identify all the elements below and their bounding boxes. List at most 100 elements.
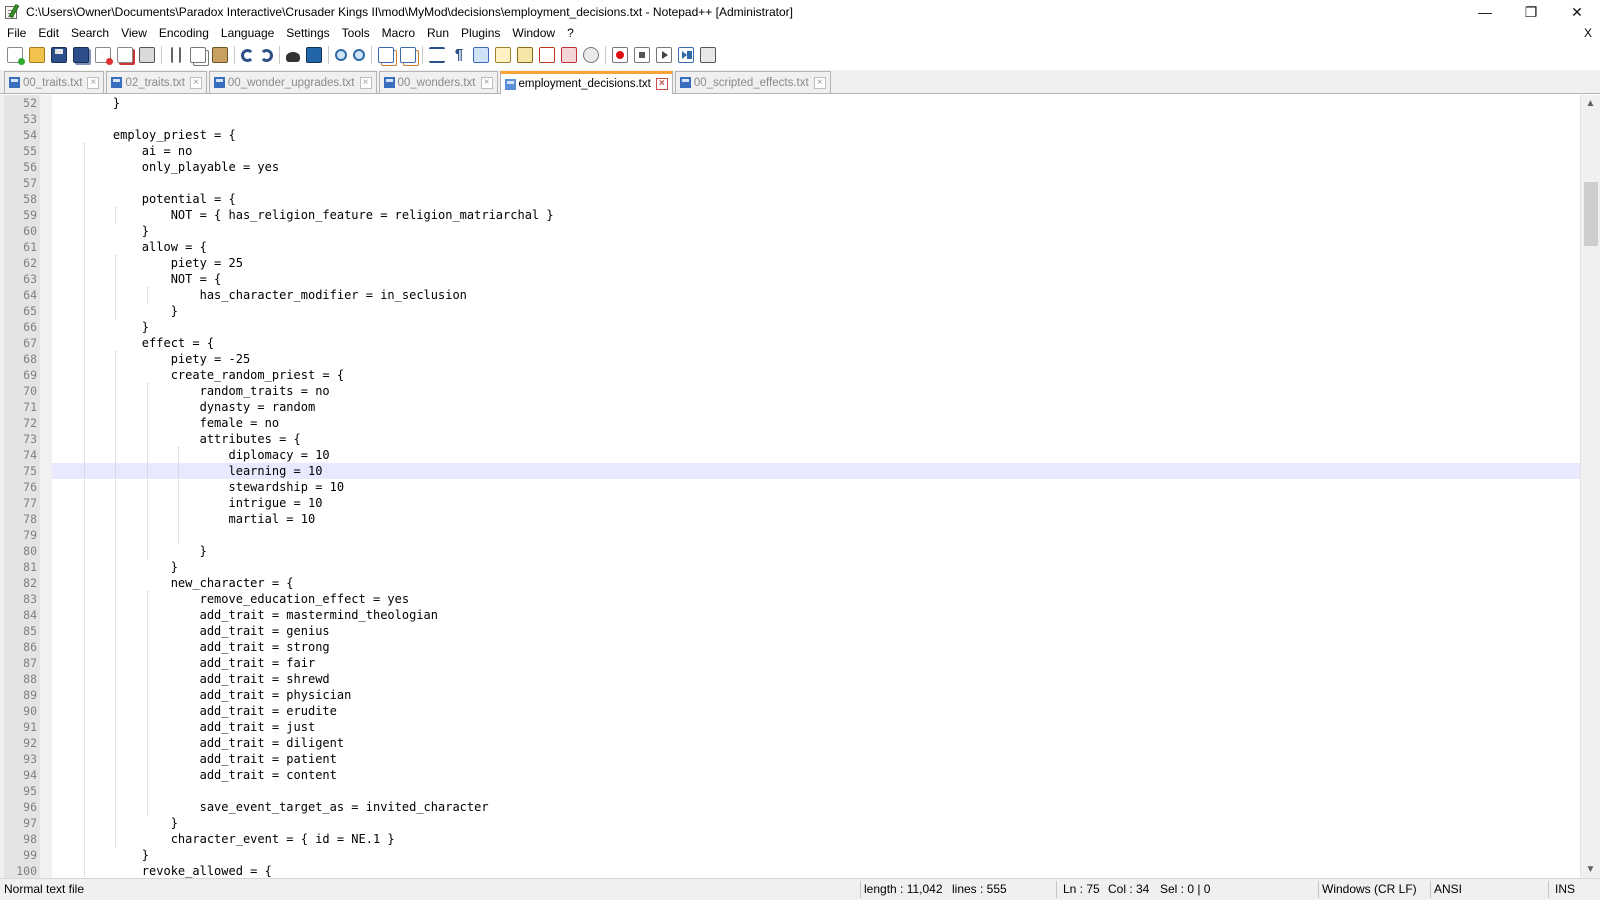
code-line[interactable]: dynasty = random: [52, 399, 1580, 415]
scroll-thumb[interactable]: [1584, 182, 1598, 246]
close-window-button[interactable]: ✕: [1554, 0, 1600, 24]
sync-vertical-icon[interactable]: [378, 47, 394, 63]
show-all-characters-icon[interactable]: ¶: [451, 47, 467, 63]
document-map-icon[interactable]: [517, 47, 533, 63]
record-macro-icon[interactable]: [612, 47, 628, 63]
code-line[interactable]: }: [52, 815, 1580, 831]
tab-close-icon[interactable]: ×: [480, 76, 493, 89]
code-line[interactable]: random_traits = no: [52, 383, 1580, 399]
code-line[interactable]: add_trait = mastermind_theologian: [52, 607, 1580, 623]
code-line[interactable]: [52, 783, 1580, 799]
scroll-down-icon[interactable]: ▼: [1581, 861, 1600, 878]
code-line[interactable]: stewardship = 10: [52, 479, 1580, 495]
code-line[interactable]: only_playable = yes: [52, 159, 1580, 175]
tab-close-icon[interactable]: ×: [813, 76, 826, 89]
fold-margin[interactable]: [40, 95, 52, 878]
menu-window[interactable]: Window: [506, 24, 561, 43]
cut-icon[interactable]: [171, 47, 181, 63]
menu-language[interactable]: Language: [215, 24, 280, 43]
menu-tools[interactable]: Tools: [336, 24, 376, 43]
code-line[interactable]: remove_education_effect = yes: [52, 591, 1580, 607]
restore-button[interactable]: ❐: [1508, 0, 1554, 24]
copy-icon[interactable]: [190, 47, 206, 63]
playback-macro-icon[interactable]: [656, 47, 672, 63]
code-line[interactable]: [52, 527, 1580, 543]
code-line[interactable]: create_random_priest = {: [52, 367, 1580, 383]
code-line[interactable]: female = no: [52, 415, 1580, 431]
zoom-in-icon[interactable]: [335, 49, 347, 61]
code-line[interactable]: add_trait = patient: [52, 751, 1580, 767]
run-macro-multiple-icon[interactable]: [678, 47, 694, 63]
code-line[interactable]: effect = {: [52, 335, 1580, 351]
save-icon[interactable]: [51, 47, 67, 63]
close-document-button[interactable]: X: [1584, 24, 1592, 43]
text-editor[interactable]: 52 53 54 55 56 57 58 59 60 61 62 63 64 65 66 67 68 69 70 71…: [0, 95, 1600, 878]
code-line[interactable]: add_trait = shrewd: [52, 671, 1580, 687]
code-line[interactable]: martial = 10: [52, 511, 1580, 527]
code-line[interactable]: add_trait = physician: [52, 687, 1580, 703]
monitoring-icon[interactable]: [583, 47, 599, 63]
menu-encoding[interactable]: Encoding: [153, 24, 215, 43]
tab-00-wonders[interactable]: 00_wonders.txt ×: [378, 71, 498, 93]
code-line[interactable]: intrigue = 10: [52, 495, 1580, 511]
tab-close-icon[interactable]: ×: [189, 76, 202, 89]
save-all-icon[interactable]: [73, 47, 89, 63]
code-line[interactable]: NOT = { has_religion_feature = religion_…: [52, 207, 1580, 223]
menu-settings[interactable]: Settings: [280, 24, 335, 43]
menu-help[interactable]: ?: [561, 24, 580, 43]
stop-recording-icon[interactable]: [634, 47, 650, 63]
menu-file[interactable]: File: [0, 24, 32, 43]
code-line[interactable]: has_character_modifier = in_seclusion: [52, 287, 1580, 303]
tab-02-traits[interactable]: 02_traits.txt ×: [106, 71, 207, 93]
code-line[interactable]: add_trait = just: [52, 719, 1580, 735]
code-line[interactable]: piety = -25: [52, 351, 1580, 367]
code-line[interactable]: add_trait = fair: [52, 655, 1580, 671]
indent-guide-icon[interactable]: [473, 47, 489, 63]
tab-00-wonder-upgrades[interactable]: 00_wonder_upgrades.txt ×: [208, 71, 377, 93]
code-line[interactable]: }: [52, 559, 1580, 575]
code-line[interactable]: revoke_allowed = {: [52, 863, 1580, 878]
code-line[interactable]: allow = {: [52, 239, 1580, 255]
zoom-out-icon[interactable]: [353, 49, 365, 61]
code-line[interactable]: new_character = {: [52, 575, 1580, 591]
code-line[interactable]: add_trait = diligent: [52, 735, 1580, 751]
code-line[interactable]: }: [52, 95, 1580, 111]
code-line[interactable]: add_trait = erudite: [52, 703, 1580, 719]
insert-mode-status[interactable]: INS: [1551, 879, 1575, 901]
menu-macro[interactable]: Macro: [376, 24, 421, 43]
code-line[interactable]: employ_priest = {: [52, 127, 1580, 143]
code-line[interactable]: }: [52, 543, 1580, 559]
tab-close-icon[interactable]: ×: [655, 78, 668, 90]
code-line[interactable]: add_trait = genius: [52, 623, 1580, 639]
code-line[interactable]: character_event = { id = NE.1 }: [52, 831, 1580, 847]
function-list-icon[interactable]: [539, 47, 555, 63]
find-icon[interactable]: [286, 52, 300, 62]
code-line[interactable]: learning = 10: [52, 463, 1580, 479]
new-file-icon[interactable]: [7, 47, 25, 65]
code-line[interactable]: }: [52, 303, 1580, 319]
code-line[interactable]: piety = 25: [52, 255, 1580, 271]
encoding-status[interactable]: ANSI: [1430, 879, 1462, 901]
vertical-scrollbar[interactable]: ▲ ▼: [1580, 95, 1600, 878]
code-line[interactable]: }: [52, 319, 1580, 335]
print-icon[interactable]: [139, 47, 155, 63]
word-wrap-icon[interactable]: [429, 47, 445, 63]
sync-horizontal-icon[interactable]: [400, 47, 416, 63]
menu-view[interactable]: View: [115, 24, 153, 43]
menu-plugins[interactable]: Plugins: [455, 24, 506, 43]
tab-00-traits[interactable]: 00_traits.txt ×: [4, 71, 105, 93]
undo-icon[interactable]: [241, 48, 254, 62]
close-all-icon[interactable]: [117, 47, 133, 63]
menu-run[interactable]: Run: [421, 24, 455, 43]
code-line[interactable]: attributes = {: [52, 431, 1580, 447]
close-icon[interactable]: [95, 47, 113, 65]
tab-close-icon[interactable]: ×: [87, 76, 100, 89]
tab-employment-decisions[interactable]: employment_decisions.txt ×: [499, 71, 673, 94]
code-line[interactable]: save_event_target_as = invited_character: [52, 799, 1580, 815]
tab-00-scripted-effects[interactable]: 00_scripted_effects.txt ×: [674, 71, 831, 93]
replace-icon[interactable]: [306, 47, 322, 63]
code-line[interactable]: add_trait = strong: [52, 639, 1580, 655]
code-line[interactable]: [52, 175, 1580, 191]
menu-search[interactable]: Search: [65, 24, 115, 43]
code-line[interactable]: ai = no: [52, 143, 1580, 159]
